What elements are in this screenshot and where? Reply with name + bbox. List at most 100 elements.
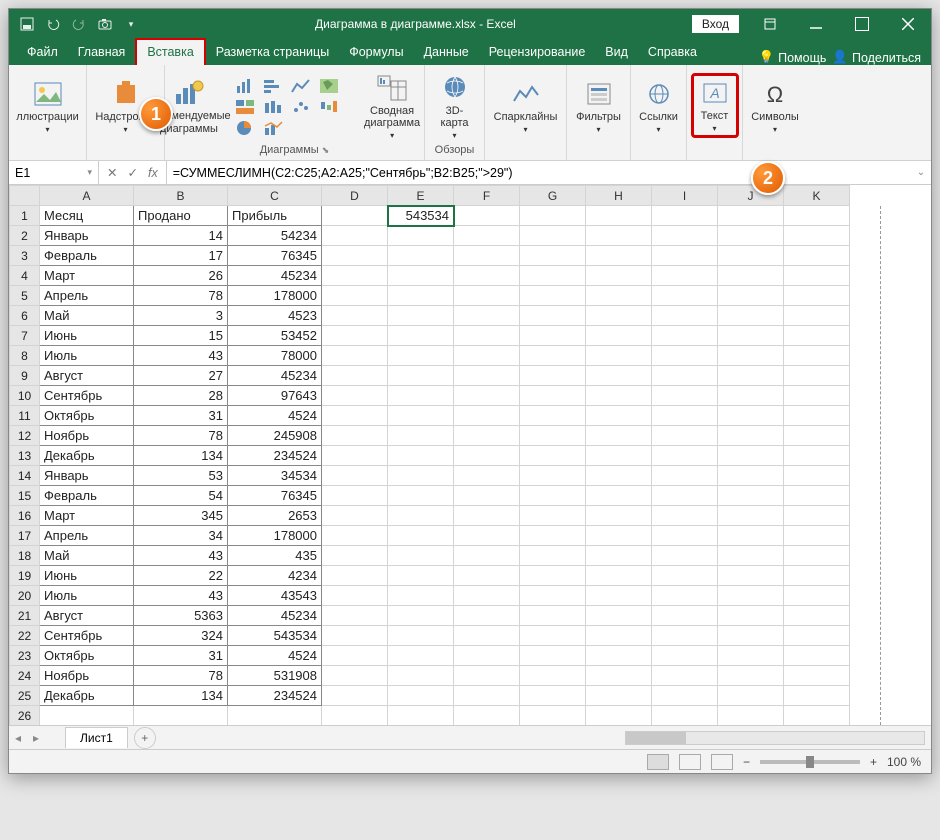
cell[interactable]: 4524 — [228, 646, 322, 666]
cell[interactable] — [520, 646, 586, 666]
cell[interactable]: Август — [40, 366, 134, 386]
symbols-button[interactable]: ΩСимволы▾ — [747, 77, 803, 136]
cell[interactable] — [784, 606, 850, 626]
cell[interactable]: 45234 — [228, 366, 322, 386]
cell[interactable]: Август — [40, 606, 134, 626]
cell[interactable]: 245908 — [228, 426, 322, 446]
cell[interactable] — [520, 446, 586, 466]
cell[interactable] — [134, 706, 228, 726]
cell[interactable] — [652, 446, 718, 466]
cell[interactable] — [388, 266, 454, 286]
cell[interactable] — [520, 346, 586, 366]
cell[interactable] — [520, 546, 586, 566]
cell[interactable] — [652, 366, 718, 386]
cell[interactable] — [718, 426, 784, 446]
cell[interactable] — [454, 466, 520, 486]
cell[interactable] — [322, 406, 388, 426]
column-header[interactable]: A — [40, 186, 134, 206]
tab-data[interactable]: Данные — [414, 40, 479, 65]
cell[interactable] — [718, 506, 784, 526]
cell[interactable] — [718, 546, 784, 566]
login-button[interactable]: Вход — [692, 15, 739, 33]
cell[interactable] — [652, 386, 718, 406]
cell[interactable]: 45234 — [228, 606, 322, 626]
cell[interactable] — [784, 286, 850, 306]
cell[interactable] — [454, 286, 520, 306]
cell[interactable]: 234524 — [228, 686, 322, 706]
cell[interactable]: Июль — [40, 346, 134, 366]
cell[interactable] — [322, 506, 388, 526]
cell[interactable] — [322, 546, 388, 566]
cell[interactable]: Октябрь — [40, 646, 134, 666]
camera-icon[interactable] — [97, 16, 113, 32]
cell[interactable] — [586, 646, 652, 666]
cell[interactable]: Сентябрь — [40, 386, 134, 406]
cell[interactable] — [718, 606, 784, 626]
cell[interactable]: 76345 — [228, 486, 322, 506]
cell[interactable] — [520, 426, 586, 446]
cell[interactable] — [784, 426, 850, 446]
cell[interactable] — [520, 386, 586, 406]
cell[interactable] — [652, 646, 718, 666]
filters-button[interactable]: Фильтры▾ — [572, 77, 625, 136]
cell[interactable] — [520, 686, 586, 706]
maximize-button[interactable] — [839, 9, 885, 39]
cell[interactable] — [454, 266, 520, 286]
cell[interactable]: 53452 — [228, 326, 322, 346]
cell[interactable] — [228, 706, 322, 726]
cell[interactable]: Декабрь — [40, 446, 134, 466]
cell[interactable]: Январь — [40, 466, 134, 486]
cell[interactable] — [784, 626, 850, 646]
cell[interactable] — [784, 206, 850, 226]
cell[interactable] — [520, 526, 586, 546]
cell[interactable] — [520, 246, 586, 266]
cell[interactable] — [322, 206, 388, 226]
cell[interactable] — [40, 706, 134, 726]
cell[interactable] — [454, 486, 520, 506]
cell[interactable] — [718, 286, 784, 306]
save-icon[interactable] — [19, 16, 35, 32]
column-chart-icon[interactable] — [234, 77, 256, 95]
cell[interactable]: 27 — [134, 366, 228, 386]
cell[interactable] — [520, 286, 586, 306]
cell[interactable] — [520, 606, 586, 626]
cell[interactable] — [388, 646, 454, 666]
expand-formula-bar-icon[interactable]: ⌄ — [911, 161, 931, 184]
cell[interactable] — [718, 586, 784, 606]
cell[interactable] — [652, 266, 718, 286]
cell[interactable] — [520, 206, 586, 226]
qat-dropdown-icon[interactable]: ▾ — [123, 16, 139, 32]
row-header[interactable]: 6 — [10, 306, 40, 326]
page-break-view-icon[interactable] — [711, 754, 733, 770]
row-header[interactable]: 1 — [10, 206, 40, 226]
cell[interactable] — [586, 486, 652, 506]
cell[interactable] — [718, 386, 784, 406]
waterfall-chart-icon[interactable] — [318, 98, 340, 116]
row-header[interactable]: 22 — [10, 626, 40, 646]
cell[interactable] — [586, 586, 652, 606]
cell[interactable] — [784, 566, 850, 586]
cell[interactable] — [586, 706, 652, 726]
cell[interactable]: Февраль — [40, 486, 134, 506]
spreadsheet-grid[interactable]: ABCDEFGHIJK1МесяцПроданоПрибыль5435342Ян… — [9, 185, 931, 725]
cell[interactable] — [322, 306, 388, 326]
cell[interactable] — [652, 206, 718, 226]
cell[interactable] — [652, 566, 718, 586]
cell[interactable] — [520, 706, 586, 726]
cell[interactable] — [322, 266, 388, 286]
row-header[interactable]: 23 — [10, 646, 40, 666]
cell[interactable] — [652, 606, 718, 626]
cell[interactable]: 31 — [134, 646, 228, 666]
cell[interactable] — [652, 526, 718, 546]
cell[interactable] — [586, 566, 652, 586]
zoom-level[interactable]: 100 % — [887, 755, 921, 769]
cell[interactable] — [652, 226, 718, 246]
tab-help[interactable]: Справка — [638, 40, 707, 65]
cell[interactable] — [652, 686, 718, 706]
cell[interactable] — [454, 226, 520, 246]
column-header[interactable]: D — [322, 186, 388, 206]
row-header[interactable]: 13 — [10, 446, 40, 466]
row-header[interactable]: 7 — [10, 326, 40, 346]
row-header[interactable]: 14 — [10, 466, 40, 486]
cell[interactable] — [586, 326, 652, 346]
